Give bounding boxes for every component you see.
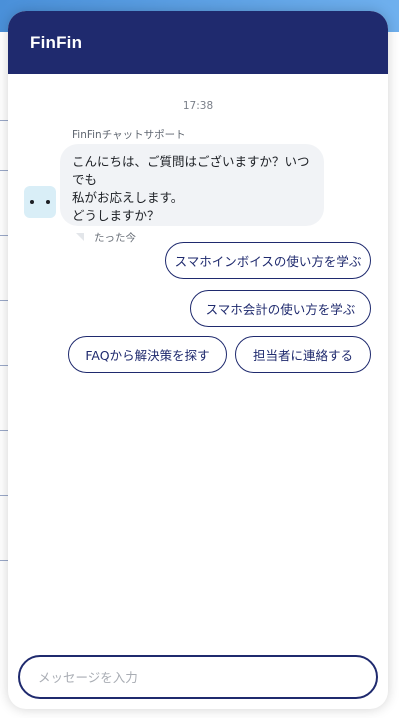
time-ago: たった今 xyxy=(94,232,136,244)
avatar-eye-icon xyxy=(46,200,50,204)
sender-name: FinFinチャットサポート xyxy=(72,129,186,141)
message-input-container[interactable] xyxy=(18,655,378,699)
message-meta: たった今 xyxy=(76,230,136,245)
quick-reply-smartphone-invoice[interactable]: スマホインボイスの使い方を学ぶ xyxy=(165,242,371,279)
message-input[interactable] xyxy=(38,657,376,697)
bubble-tail-icon xyxy=(76,232,84,241)
bot-avatar xyxy=(24,186,56,218)
message-timestamp: 17:38 xyxy=(182,100,214,112)
chat-window: FinFin 17:38 FinFinチャットサポート こんにちは、ご質問はござ… xyxy=(8,11,388,709)
bot-message-bubble: こんにちは、ご質問はございますか？いつでも 私がお応えします。 どうしますか？ xyxy=(60,144,324,226)
chat-title: FinFin xyxy=(30,32,83,52)
quick-reply-contact-agent[interactable]: 担当者に連絡する xyxy=(235,336,371,373)
quick-reply-smartphone-accounting[interactable]: スマホ会計の使い方を学ぶ xyxy=(190,290,371,327)
chat-header: FinFin xyxy=(8,11,388,74)
quick-reply-faq[interactable]: FAQから解決策を探す xyxy=(68,336,227,373)
chat-body[interactable]: 17:38 FinFinチャットサポート こんにちは、ご質問はございますか？いつ… xyxy=(8,74,388,649)
avatar-eye-icon xyxy=(30,200,34,204)
